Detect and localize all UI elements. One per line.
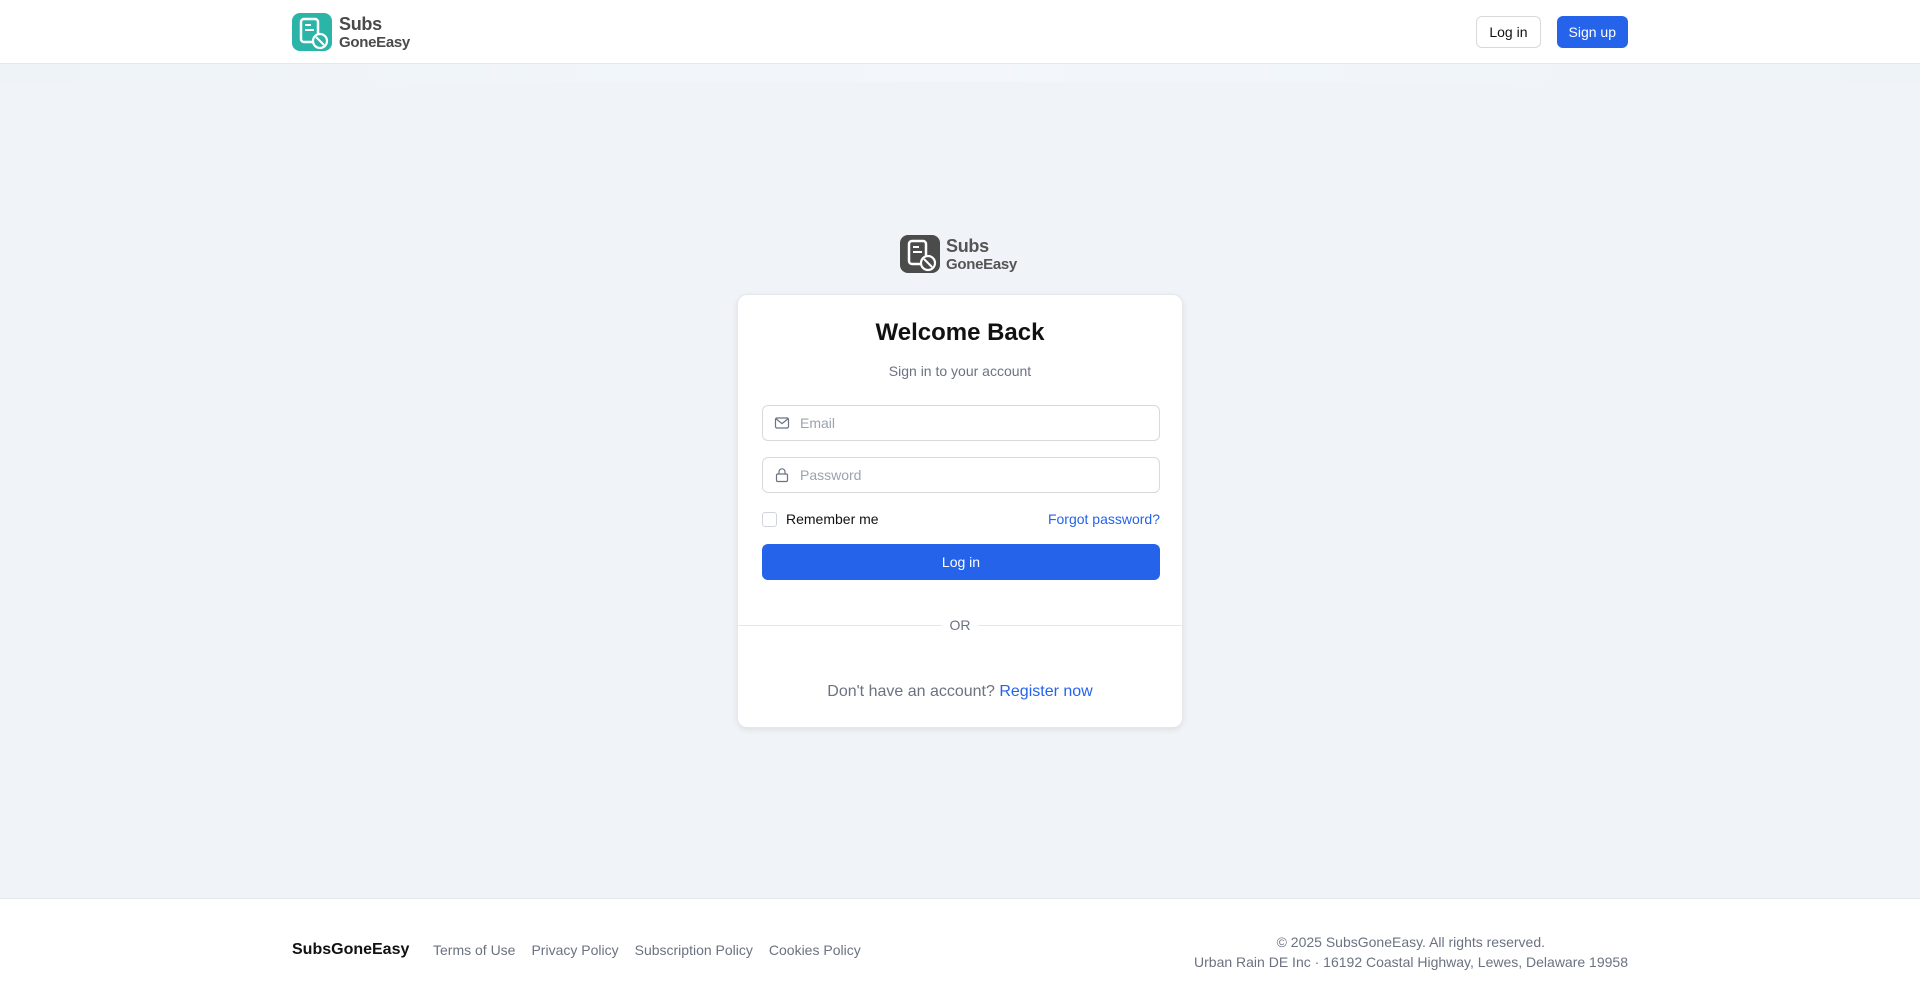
remember-checkbox[interactable]	[762, 511, 777, 527]
login-card: Welcome Back Sign in to your account Rem…	[737, 294, 1183, 728]
header-logo[interactable]: Subs GoneEasy	[292, 13, 410, 51]
header-actions: Log in Sign up	[1476, 16, 1628, 48]
footer-link-terms[interactable]: Terms of Use	[433, 942, 515, 958]
header-inner: Subs GoneEasy Log in Sign up	[292, 0, 1628, 64]
auth-logo-text: Subs GoneEasy	[946, 237, 1017, 272]
header-signup-button[interactable]: Sign up	[1556, 16, 1628, 48]
or-divider: OR	[738, 615, 1182, 635]
forgot-password-link[interactable]: Forgot password?	[1048, 511, 1160, 527]
top-header: Subs GoneEasy Log in Sign up	[0, 0, 1920, 64]
header-login-button[interactable]: Log in	[1476, 16, 1541, 48]
password-field[interactable]	[762, 457, 1160, 493]
remember-row: Remember me Forgot password?	[762, 509, 1160, 529]
auth-logo: Subs GoneEasy	[900, 235, 1017, 273]
remember-label: Remember me	[786, 511, 879, 527]
logo-text: Subs GoneEasy	[339, 15, 410, 50]
logo-mark-svg	[299, 17, 329, 50]
password-input[interactable]	[800, 467, 1140, 483]
mail-icon	[774, 417, 790, 429]
login-button[interactable]: Log in	[762, 544, 1160, 580]
footer-links: Terms of Use Privacy Policy Subscription…	[433, 942, 861, 958]
footer-link-privacy[interactable]: Privacy Policy	[531, 942, 618, 958]
page-subtitle: Sign in to your account	[888, 363, 1032, 379]
footer-legal: © 2025 SubsGoneEasy. All rights reserved…	[1194, 932, 1628, 972]
lock-icon	[775, 468, 789, 483]
register-prompt: Don't have an account?	[827, 683, 995, 700]
header-band	[0, 64, 1920, 82]
auth-logo-mark-svg	[907, 239, 937, 272]
register-link[interactable]: Register now	[999, 683, 1092, 700]
divider-text: OR	[949, 617, 971, 633]
footer-link-subscription[interactable]: Subscription Policy	[635, 942, 753, 958]
email-field[interactable]	[762, 405, 1160, 441]
footer: SubsGoneEasy Terms of Use Privacy Policy…	[0, 898, 1920, 993]
email-input[interactable]	[800, 415, 1140, 431]
page-title: Welcome Back	[875, 319, 1045, 346]
footer-link-cookies[interactable]: Cookies Policy	[769, 942, 861, 958]
register-row: Don't have an account? Register now	[738, 683, 1182, 701]
footer-address: Urban Rain DE Inc · 16192 Coastal Highwa…	[1194, 954, 1628, 970]
remember-me[interactable]: Remember me	[762, 511, 879, 527]
document-cancel-icon	[900, 235, 940, 273]
document-cancel-icon	[292, 13, 332, 51]
footer-brand: SubsGoneEasy	[292, 941, 410, 958]
auth-logo-line2: GoneEasy	[946, 255, 1017, 273]
footer-copyright: © 2025 SubsGoneEasy. All rights reserved…	[1276, 934, 1545, 950]
auth-logo-line1: Subs	[946, 235, 989, 256]
logo-line2: GoneEasy	[339, 33, 410, 51]
logo-line1: Subs	[339, 13, 382, 34]
